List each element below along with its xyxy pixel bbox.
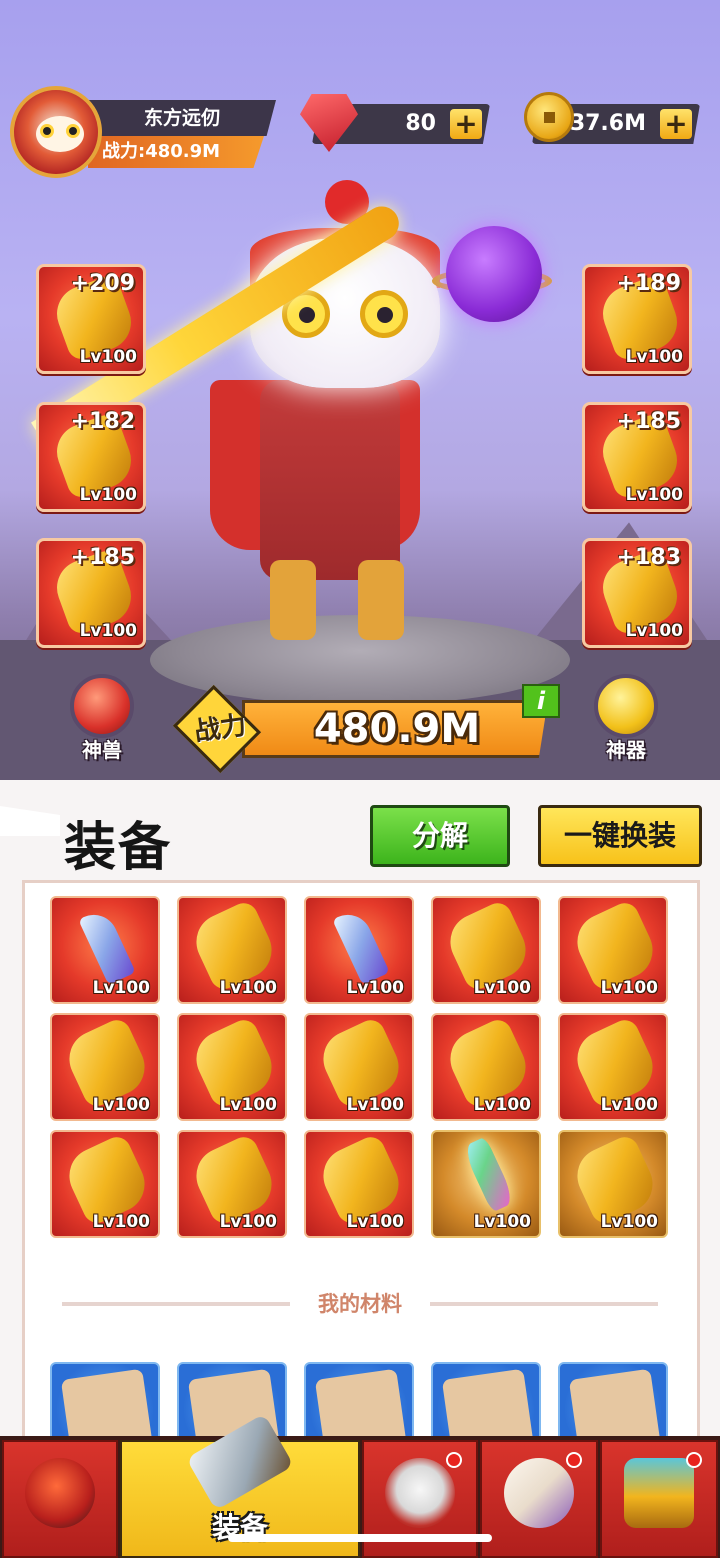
material-item[interactable] <box>304 1362 414 1442</box>
golden-orb-icon <box>594 674 658 738</box>
material-item[interactable] <box>558 1362 668 1442</box>
inventory-item[interactable]: Lv100 <box>304 1013 414 1121</box>
gold-value: 37.6M <box>569 111 646 136</box>
rainbow-sword-icon <box>461 1136 516 1213</box>
item-level: Lv100 <box>92 978 150 998</box>
slot-level: Lv100 <box>79 485 137 505</box>
inventory-item[interactable]: Lv100 <box>177 1013 287 1121</box>
material-item[interactable] <box>431 1362 541 1442</box>
material-item[interactable] <box>50 1362 160 1442</box>
inventory-item[interactable]: Lv100 <box>177 896 287 1004</box>
item-level: Lv100 <box>219 978 277 998</box>
slot-bonus: +182 <box>70 409 135 434</box>
player-card[interactable]: 东方远仞 战力:480.9M <box>8 82 276 182</box>
inventory-item[interactable]: Lv100 <box>431 896 541 1004</box>
item-level: Lv100 <box>346 1212 404 1232</box>
slot-bonus: +209 <box>70 271 135 296</box>
combat-power-bar: 480.9M 战力 <box>172 684 548 774</box>
scroll-gauntlet-icon <box>441 1368 535 1440</box>
decompose-button[interactable]: 分解 <box>370 805 510 867</box>
equipped-slot-ring[interactable]: +185 Lv100 <box>36 538 146 648</box>
notification-badge <box>566 1452 582 1468</box>
add-gems-button[interactable]: + <box>450 109 482 139</box>
item-level: Lv100 <box>600 1095 658 1115</box>
gem-value: 80 <box>405 111 436 136</box>
home-indicator[interactable] <box>228 1534 492 1542</box>
item-level: Lv100 <box>92 1212 150 1232</box>
power-info-button[interactable]: i <box>522 684 560 718</box>
notification-badge <box>446 1452 462 1468</box>
avatar-eye-left <box>40 124 54 138</box>
equipped-slot-gloves[interactable]: +182 Lv100 <box>36 402 146 512</box>
item-level: Lv100 <box>600 978 658 998</box>
divine-artifact-button[interactable]: 神器 <box>584 674 664 764</box>
inventory-item[interactable]: Lv100 <box>304 1130 414 1238</box>
slot-bonus: +185 <box>70 545 135 570</box>
combat-power-value: 480.9M <box>313 706 481 752</box>
materials-title: 我的材料 <box>290 1288 430 1318</box>
notification-badge <box>686 1452 702 1468</box>
divine-beast-label: 神兽 <box>82 738 122 762</box>
drum-icon <box>385 1458 455 1528</box>
slot-bonus: +185 <box>616 409 681 434</box>
panel-title: 装备 <box>64 818 173 878</box>
slot-level: Lv100 <box>625 621 683 641</box>
player-power: 战力:480.9M <box>88 136 264 168</box>
slot-bonus: +189 <box>616 271 681 296</box>
inventory-item[interactable]: Lv100 <box>558 1013 668 1121</box>
player-name: 东方远仞 <box>88 100 276 136</box>
inventory-item[interactable]: Lv100 <box>431 1013 541 1121</box>
inventory-item[interactable]: Lv100 <box>304 896 414 1004</box>
equipped-slot-armor[interactable]: +185 Lv100 <box>582 402 692 512</box>
item-level: Lv100 <box>473 1212 531 1232</box>
inventory-item[interactable]: Lv100 <box>558 1130 668 1238</box>
inventory-item[interactable]: Lv100 <box>50 1130 160 1238</box>
scroll-boot-icon <box>568 1368 662 1440</box>
nav-scroll[interactable] <box>480 1440 598 1558</box>
player-avatar[interactable] <box>10 86 102 178</box>
hook-blade-icon <box>78 907 136 985</box>
divine-beast-button[interactable]: 神兽 <box>60 674 140 764</box>
gate-shop-icon <box>624 1458 694 1528</box>
item-level: Lv100 <box>219 1095 277 1115</box>
purple-orb <box>446 226 542 322</box>
inventory-item[interactable]: Lv100 <box>177 1130 287 1238</box>
slot-level: Lv100 <box>625 485 683 505</box>
inventory-item[interactable]: Lv100 <box>431 1130 541 1238</box>
auto-equip-button[interactable]: 一键换装 <box>538 805 702 867</box>
item-level: Lv100 <box>473 978 531 998</box>
slot-level: Lv100 <box>625 347 683 367</box>
add-gold-button[interactable]: + <box>660 109 692 139</box>
scroll-map-icon <box>504 1458 574 1528</box>
inventory-item[interactable]: Lv100 <box>50 1013 160 1121</box>
nav-shop[interactable] <box>600 1440 718 1558</box>
masked-hero-icon <box>25 1458 95 1528</box>
slot-bonus: +183 <box>616 545 681 570</box>
inventory-item[interactable]: Lv100 <box>558 896 668 1004</box>
inventory-item[interactable]: Lv100 <box>50 896 160 1004</box>
divine-artifact-label: 神器 <box>606 738 646 762</box>
item-level: Lv100 <box>219 1212 277 1232</box>
scroll-ring-icon <box>314 1368 408 1440</box>
slot-level: Lv100 <box>79 621 137 641</box>
item-level: Lv100 <box>600 1212 658 1232</box>
scroll-sword-icon <box>60 1368 154 1440</box>
equipped-slot-amulet[interactable]: +183 Lv100 <box>582 538 692 648</box>
hero-leg-left <box>270 560 316 640</box>
avatar-eye-right <box>66 124 80 138</box>
item-level: Lv100 <box>346 978 404 998</box>
lion-eye-right <box>360 290 408 338</box>
hero-leg-right <box>358 560 404 640</box>
equipped-slot-helmet[interactable]: +189 Lv100 <box>582 264 692 374</box>
equipped-slot-weapon[interactable]: +209 Lv100 <box>36 264 146 374</box>
hero-body <box>260 380 400 580</box>
nav-hero[interactable] <box>2 1440 118 1558</box>
item-level: Lv100 <box>473 1095 531 1115</box>
beast-egg-icon <box>70 674 134 738</box>
item-level: Lv100 <box>92 1095 150 1115</box>
slot-level: Lv100 <box>79 347 137 367</box>
item-level: Lv100 <box>346 1095 404 1115</box>
gold-coin-icon <box>524 92 574 142</box>
hook-blade-icon <box>332 907 390 985</box>
